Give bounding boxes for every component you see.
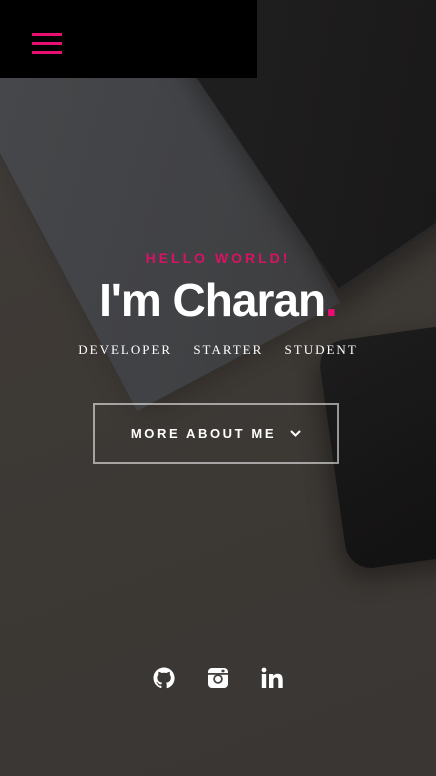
- more-about-me-button[interactable]: MORE ABOUT ME: [93, 403, 339, 464]
- chevron-down-icon: [290, 430, 301, 438]
- headline-text: I'm Charan: [99, 274, 326, 326]
- hero-section: [0, 0, 436, 776]
- page-title: I'm Charan.: [0, 270, 436, 330]
- role-item: STARTER: [193, 342, 264, 357]
- background-overlay: [0, 0, 436, 776]
- role-item: DEVELOPER: [78, 342, 173, 357]
- greeting-text: HELLO WORLD!: [145, 250, 291, 266]
- menu-line: [32, 42, 62, 45]
- social-links: [0, 666, 436, 690]
- hamburger-menu-icon[interactable]: [32, 33, 62, 59]
- roles-list: DEVELOPER STARTER STUDENT: [0, 342, 436, 358]
- instagram-icon[interactable]: [206, 666, 230, 690]
- menu-line: [32, 33, 62, 36]
- linkedin-icon[interactable]: [260, 666, 284, 690]
- cta-label: MORE ABOUT ME: [130, 426, 277, 441]
- headline-accent-dot: .: [325, 274, 338, 326]
- role-item: STUDENT: [284, 342, 358, 357]
- top-bar: [0, 0, 257, 78]
- menu-line: [32, 51, 62, 54]
- github-icon[interactable]: [152, 666, 176, 690]
